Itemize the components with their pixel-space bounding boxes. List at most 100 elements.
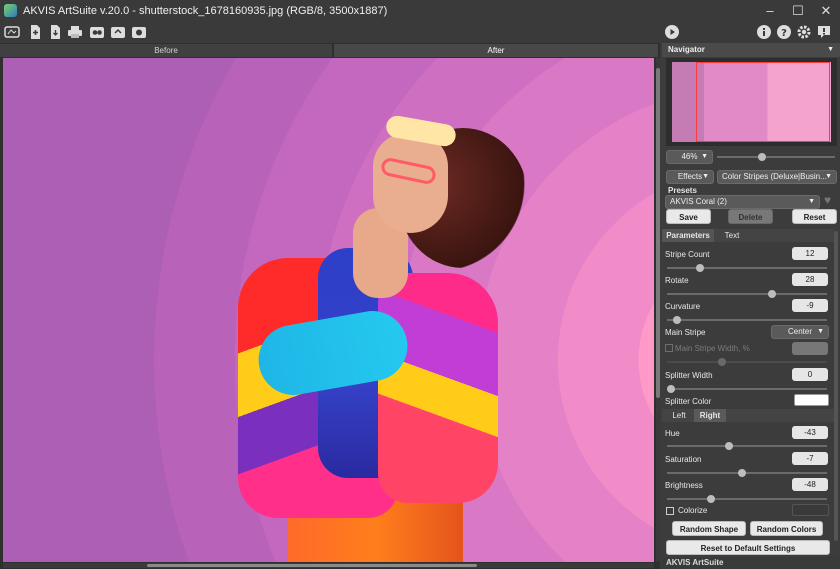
main-stripe-width-field[interactable] — [792, 342, 828, 355]
chevron-down-icon: ▼ — [817, 328, 824, 335]
preset-dropdown[interactable]: AKVIS Coral (2) ▼ — [665, 195, 820, 209]
stripe-count-label: Stripe Count — [665, 250, 710, 259]
tab-after[interactable]: After — [334, 44, 658, 57]
info-icon[interactable] — [756, 24, 772, 40]
zoom-value: 46% — [681, 152, 698, 161]
settings-icon[interactable] — [796, 24, 812, 40]
rotate-label: Rotate — [665, 276, 689, 285]
help-icon[interactable]: ? — [776, 24, 792, 40]
zoom-slider-knob[interactable] — [758, 153, 766, 161]
hue-label: Hue — [665, 429, 680, 438]
navigator-frame[interactable] — [696, 62, 830, 142]
saturation-knob[interactable] — [738, 469, 746, 477]
saturation-slider[interactable] — [667, 469, 827, 477]
svg-text:?: ? — [781, 28, 787, 39]
panel-scrollbar[interactable] — [834, 231, 838, 541]
tab-left[interactable]: Left — [664, 409, 694, 422]
horizontal-scroll-thumb[interactable] — [147, 564, 477, 567]
feedback-icon[interactable] — [816, 24, 832, 40]
navigator-view[interactable] — [666, 58, 837, 146]
tab-before[interactable]: Before — [0, 44, 332, 57]
main-stripe-width-slider[interactable] — [667, 358, 827, 366]
figure-jacket-right — [378, 273, 498, 503]
splitter-color-label: Splitter Color — [665, 397, 712, 406]
main-stripe-value: Center — [787, 327, 812, 336]
hue-field[interactable]: -43 — [792, 426, 828, 439]
random-colors-button[interactable]: Random Colors — [750, 521, 823, 536]
print-icon[interactable] — [67, 24, 83, 40]
presets-title: Presets — [668, 186, 697, 195]
batch-icon[interactable] — [89, 24, 105, 40]
main-stripe-width-checkbox[interactable] — [665, 344, 673, 352]
toolbar: ? — [0, 21, 840, 43]
preset-name: AKVIS Coral (2) — [670, 197, 727, 206]
curvature-field[interactable]: -9 — [792, 299, 828, 312]
main-stripe-dropdown[interactable]: Center ▼ — [771, 325, 829, 339]
app-logo-icon — [4, 4, 17, 17]
saturation-field[interactable]: -7 — [792, 452, 828, 465]
rotate-knob[interactable] — [768, 290, 776, 298]
save-preset-button[interactable]: Save — [666, 209, 711, 224]
home-icon[interactable] — [4, 24, 20, 40]
splitter-width-field[interactable]: 0 — [792, 368, 828, 381]
main-stripe-width-label: Main Stripe Width, % — [675, 344, 750, 353]
close-button[interactable]: ✕ — [812, 0, 840, 21]
curvature-label: Curvature — [665, 302, 701, 311]
chevron-down-icon: ▼ — [808, 198, 815, 205]
save-icon[interactable] — [47, 24, 63, 40]
effects-label: Effects — [677, 172, 703, 181]
rotate-field[interactable]: 28 — [792, 273, 828, 286]
stripe-count-slider[interactable] — [667, 264, 827, 272]
colorize-swatch[interactable] — [792, 504, 829, 516]
vertical-scrollbar[interactable] — [656, 58, 660, 562]
image-canvas[interactable] — [3, 58, 654, 562]
favorite-icon[interactable]: ♥ — [824, 193, 831, 207]
curvature-knob[interactable] — [673, 316, 681, 324]
brightness-knob[interactable] — [707, 495, 715, 503]
zoom-dropdown[interactable]: 46% ▼ — [666, 150, 713, 164]
figure-face — [373, 133, 448, 233]
navigator-title: Navigator — [668, 45, 705, 54]
tab-right[interactable]: Right — [694, 409, 726, 422]
colorize-checkbox[interactable] — [666, 507, 674, 515]
minimize-button[interactable]: – — [756, 0, 784, 21]
rotate-slider[interactable] — [667, 290, 827, 298]
random-shape-button[interactable]: Random Shape — [672, 521, 746, 536]
open-icon[interactable] — [27, 24, 43, 40]
brightness-slider[interactable] — [667, 495, 827, 503]
settings-panel: Navigator ▼ 46% ▼ Effects ▼ Color Stripe… — [662, 43, 840, 569]
curvature-slider[interactable] — [667, 316, 827, 324]
reset-default-button[interactable]: Reset to Default Settings — [666, 540, 830, 555]
tab-text[interactable]: Text — [716, 229, 748, 242]
run-icon[interactable] — [664, 24, 680, 40]
horizontal-scrollbar[interactable] — [3, 563, 654, 568]
splitter-width-knob[interactable] — [667, 385, 675, 393]
delete-preset-button[interactable]: Delete — [728, 209, 773, 224]
saturation-label: Saturation — [665, 455, 702, 464]
stripe-count-field[interactable]: 12 — [792, 247, 828, 260]
title-bar: AKVIS ArtSuite v.20.0 - shutterstock_167… — [0, 0, 840, 21]
vertical-scroll-thumb[interactable] — [656, 68, 660, 398]
reset-preset-button[interactable]: Reset — [792, 209, 837, 224]
zoom-slider[interactable] — [717, 153, 835, 161]
effects-dropdown[interactable]: Effects ▼ — [666, 170, 714, 184]
plugin-icon[interactable] — [110, 24, 126, 40]
brightness-label: Brightness — [665, 481, 703, 490]
collapse-icon[interactable]: ▼ — [827, 43, 834, 57]
canvas-area: Before After — [0, 43, 660, 569]
tab-parameters[interactable]: Parameters — [662, 229, 714, 242]
hue-knob[interactable] — [725, 442, 733, 450]
navigator-header: Navigator ▼ — [662, 43, 840, 57]
effect-name: Color Stripes (Deluxe|Busin... — [722, 172, 827, 181]
hue-slider[interactable] — [667, 442, 827, 450]
stripe-count-knob[interactable] — [696, 264, 704, 272]
effect-name-dropdown[interactable]: Color Stripes (Deluxe|Busin... ▼ — [717, 170, 837, 184]
brightness-field[interactable]: -48 — [792, 478, 828, 491]
splitter-color-swatch[interactable] — [794, 394, 829, 406]
settings-alt-icon[interactable] — [131, 24, 147, 40]
chevron-down-icon: ▼ — [702, 173, 709, 180]
splitter-width-slider[interactable] — [667, 385, 827, 393]
footer-bar: AKVIS ArtSuite — [662, 557, 840, 569]
main-stripe-width-knob[interactable] — [718, 358, 726, 366]
maximize-button[interactable]: ☐ — [784, 0, 812, 21]
